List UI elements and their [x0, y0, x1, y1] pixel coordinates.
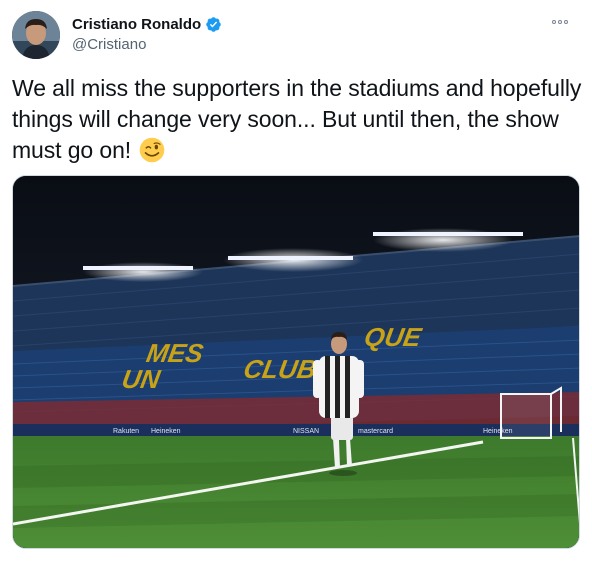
tweet-text: We all miss the supporters in the stadiu…	[12, 73, 582, 166]
author-name[interactable]: Cristiano Ronaldo	[72, 16, 201, 33]
more-options-icon[interactable]	[550, 14, 570, 30]
ad-board-text: Rakuten	[113, 428, 139, 435]
ad-board-text: mastercard	[358, 428, 393, 435]
more-dot	[564, 20, 568, 24]
lettering-word: QUE	[362, 322, 425, 352]
tweet-photo[interactable]: MES QUE UN CLUB Rakuten Heineken NISSAN …	[12, 175, 580, 549]
author-handle[interactable]: @Cristiano	[72, 36, 222, 56]
author-block: Cristiano Ronaldo @Cristiano	[72, 14, 222, 56]
avatar-image	[12, 11, 60, 59]
lettering-word: UN	[120, 364, 164, 394]
name-row: Cristiano Ronaldo	[72, 14, 222, 34]
verified-badge-icon	[206, 16, 221, 32]
stadium-photo: MES QUE UN CLUB Rakuten Heineken NISSAN …	[13, 176, 579, 548]
goal	[500, 386, 562, 439]
tweet-card: Cristiano Ronaldo @Cristiano We all miss…	[0, 0, 592, 561]
tweet-text-content: We all miss the supporters in the stadiu…	[12, 75, 582, 163]
avatar[interactable]	[12, 11, 60, 59]
ad-board-text: NISSAN	[293, 428, 319, 435]
winking-face-emoji-icon	[140, 137, 165, 163]
more-dot	[558, 20, 562, 24]
more-dot	[552, 20, 556, 24]
lettering-word: CLUB	[241, 354, 318, 384]
ad-board-text: Heineken	[151, 428, 181, 435]
